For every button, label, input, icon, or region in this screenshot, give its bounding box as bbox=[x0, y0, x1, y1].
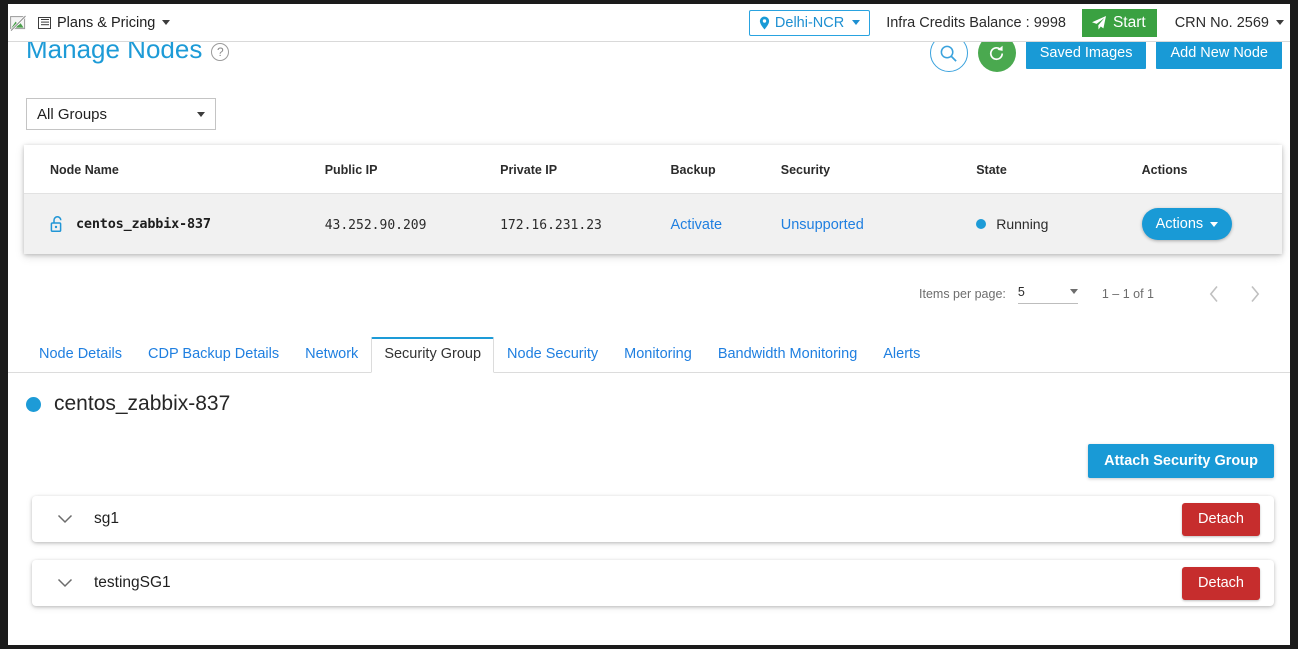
saved-images-button[interactable]: Saved Images bbox=[1025, 37, 1147, 69]
state-text: Running bbox=[996, 216, 1049, 232]
cell-security: Unsupported bbox=[780, 193, 977, 254]
cell-actions: Actions bbox=[1141, 193, 1282, 254]
chevron-down-icon bbox=[1210, 221, 1219, 227]
table-header-row: Node Name Public IP Private IP Backup Se… bbox=[24, 145, 1282, 194]
infra-credits-balance: Infra Credits Balance : 9998 bbox=[886, 14, 1066, 31]
chevron-down-icon[interactable] bbox=[54, 508, 76, 530]
region-selector[interactable]: Delhi-NCR bbox=[748, 9, 871, 36]
items-per-page-select[interactable]: 5 bbox=[1017, 284, 1078, 304]
status-dot-icon bbox=[26, 396, 41, 412]
row-actions-button[interactable]: Actions bbox=[1141, 208, 1233, 240]
start-button-label: Start bbox=[1112, 13, 1146, 31]
list-icon bbox=[38, 16, 51, 29]
page-range-label: 1 – 1 of 1 bbox=[1101, 287, 1154, 301]
table-row: centos_zabbix-837 43.252.90.209 172.16.2… bbox=[24, 193, 1282, 254]
column-header-security: Security bbox=[780, 145, 977, 194]
cell-private-ip: 172.16.231.23 bbox=[500, 193, 671, 254]
status-dot-icon bbox=[976, 219, 987, 229]
cell-state: Running bbox=[976, 193, 1142, 254]
column-header-backup: Backup bbox=[670, 145, 781, 194]
chevron-right-icon[interactable] bbox=[1240, 280, 1268, 308]
detach-button[interactable]: Detach bbox=[1182, 566, 1260, 600]
nodes-table-card: Node Name Public IP Private IP Backup Se… bbox=[24, 145, 1282, 254]
tab-monitoring[interactable]: Monitoring bbox=[611, 337, 705, 373]
items-per-page-value: 5 bbox=[1017, 284, 1025, 299]
tab-cdp-backup-details[interactable]: CDP Backup Details bbox=[135, 337, 292, 373]
region-label: Delhi-NCR bbox=[774, 14, 845, 31]
tab-node-security[interactable]: Node Security bbox=[494, 337, 611, 373]
chevron-left-icon[interactable] bbox=[1200, 280, 1228, 308]
security-group-node-name: centos_zabbix-837 bbox=[54, 392, 231, 415]
question-mark-icon[interactable]: ? bbox=[211, 42, 230, 61]
unlocked-padlock-icon[interactable] bbox=[50, 215, 65, 233]
cell-public-ip: 43.252.90.209 bbox=[324, 193, 501, 254]
crn-label: CRN No. 2569 bbox=[1174, 14, 1269, 31]
chevron-down-icon bbox=[1276, 20, 1284, 25]
tab-bandwidth-monitoring[interactable]: Bandwidth Monitoring bbox=[705, 337, 870, 373]
security-group-list: sg1 Detach testingSG1 Detach bbox=[32, 496, 1274, 624]
app-page: Manage Nodes ? Saved Images Add New Node bbox=[8, 4, 1290, 645]
list-item[interactable]: sg1 Detach bbox=[32, 496, 1274, 542]
column-header-actions: Actions bbox=[1141, 145, 1282, 194]
group-filter-value: All Groups bbox=[37, 105, 108, 123]
chevron-down-icon bbox=[197, 111, 205, 117]
tab-network[interactable]: Network bbox=[292, 337, 371, 373]
column-header-state: State bbox=[976, 145, 1142, 194]
cell-backup: Activate bbox=[670, 193, 781, 254]
cell-node-name: centos_zabbix-837 bbox=[24, 193, 325, 254]
group-filter-select[interactable]: All Groups bbox=[26, 98, 216, 130]
plans-and-pricing-menu[interactable]: Plans & Pricing bbox=[34, 12, 174, 34]
public-ip-text: 43.252.90.209 bbox=[324, 217, 427, 233]
nodes-table: Node Name Public IP Private IP Backup Se… bbox=[24, 145, 1282, 254]
chevron-down-icon[interactable] bbox=[54, 572, 76, 594]
tab-alerts[interactable]: Alerts bbox=[870, 337, 933, 373]
items-per-page-label: Items per page: bbox=[919, 287, 1006, 301]
add-new-node-button[interactable]: Add New Node bbox=[1156, 37, 1282, 69]
location-pin-icon bbox=[759, 16, 770, 30]
broken-image-icon bbox=[10, 14, 27, 31]
detach-button[interactable]: Detach bbox=[1182, 502, 1260, 536]
plans-and-pricing-label: Plans & Pricing bbox=[57, 14, 156, 31]
security-group-node-header: centos_zabbix-837 bbox=[26, 392, 230, 416]
crn-selector[interactable]: CRN No. 2569 bbox=[1175, 15, 1284, 31]
top-header-right: Delhi-NCR Infra Credits Balance : 9998 S… bbox=[748, 4, 1290, 41]
security-group-name: sg1 bbox=[94, 510, 119, 527]
tab-security-group[interactable]: Security Group bbox=[371, 336, 495, 373]
top-header-bar: Plans & Pricing Delhi-NCR Infra Credits … bbox=[8, 4, 1290, 42]
chevron-down-icon bbox=[852, 20, 861, 25]
security-group-name: testingSG1 bbox=[94, 574, 171, 591]
list-item[interactable]: testingSG1 Detach bbox=[32, 560, 1274, 606]
node-name-text: centos_zabbix-837 bbox=[76, 216, 211, 232]
private-ip-text: 172.16.231.23 bbox=[500, 217, 602, 233]
attach-security-group-button[interactable]: Attach Security Group bbox=[1088, 444, 1274, 478]
detail-tabs: Node Details CDP Backup Details Network … bbox=[8, 336, 1290, 373]
column-header-private-ip: Private IP bbox=[500, 145, 671, 194]
tab-node-details[interactable]: Node Details bbox=[26, 337, 135, 373]
paginator: Items per page: 5 1 – 1 of 1 bbox=[919, 280, 1268, 308]
row-actions-label: Actions bbox=[1155, 216, 1204, 232]
paper-plane-icon bbox=[1091, 15, 1107, 31]
chevron-down-icon bbox=[1069, 289, 1078, 294]
activate-backup-link[interactable]: Activate bbox=[671, 217, 723, 233]
start-button[interactable]: Start bbox=[1081, 8, 1157, 37]
security-status-link[interactable]: Unsupported bbox=[781, 217, 864, 233]
column-header-public-ip: Public IP bbox=[324, 145, 501, 194]
chevron-down-icon bbox=[162, 20, 171, 25]
column-header-node-name: Node Name bbox=[24, 145, 325, 194]
